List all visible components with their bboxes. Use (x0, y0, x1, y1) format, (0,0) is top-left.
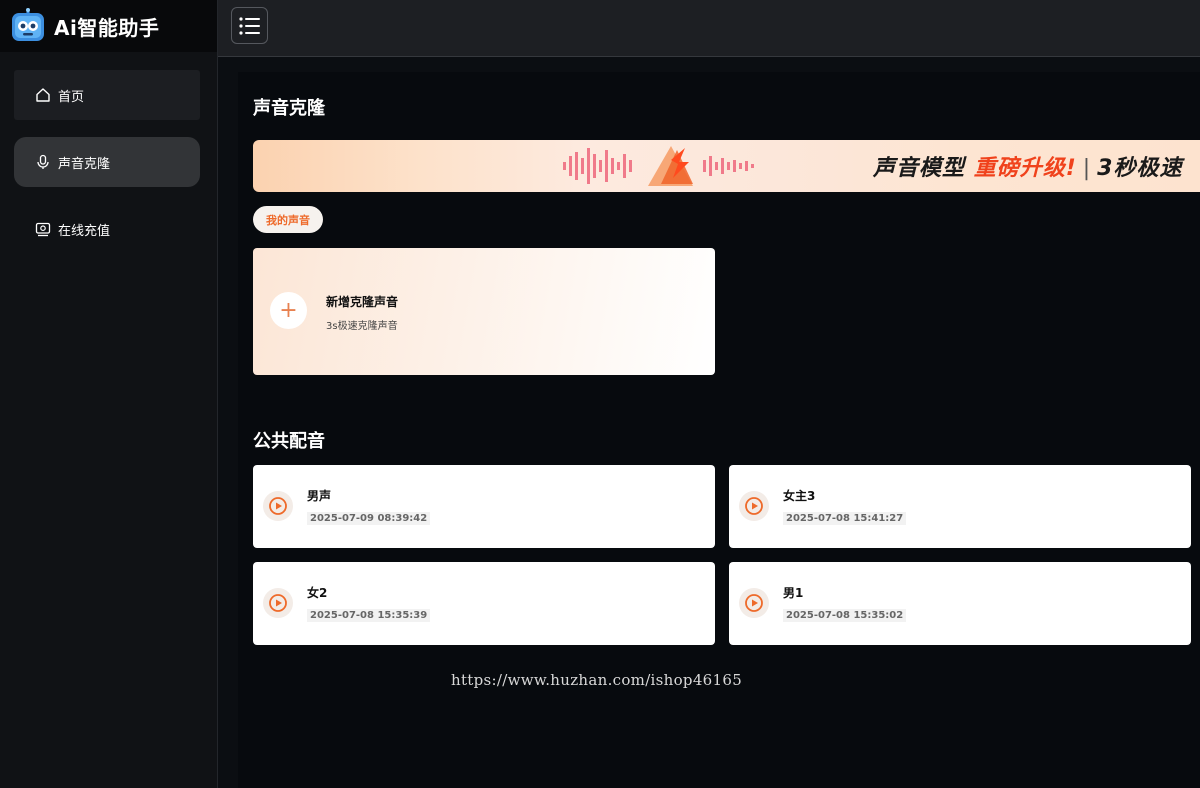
banner-text-3: 3秒极速 (1097, 156, 1183, 181)
voice-card[interactable]: 男声 2025-07-09 08:39:42 (253, 465, 715, 548)
play-icon (745, 497, 763, 515)
brand: Ai智能助手 (0, 0, 217, 52)
microphone-icon (34, 153, 52, 171)
voice-date: 2025-07-08 15:35:39 (307, 609, 431, 622)
voice-date: 2025-07-09 08:39:42 (307, 512, 431, 525)
tab-my-voice[interactable]: 我的声音 (253, 206, 323, 233)
page-title: 声音克隆 (253, 98, 325, 119)
voice-date: 2025-07-08 15:35:02 (783, 609, 907, 622)
app-title: Ai智能助手 (54, 15, 160, 40)
voice-card[interactable]: 女2 2025-07-08 15:35:39 (253, 562, 715, 645)
voice-name: 女主3 (783, 489, 816, 503)
recharge-icon (34, 220, 52, 238)
public-voices-title: 公共配音 (253, 431, 325, 452)
app-window: Ai智能助手 首页 声音克隆 在线充值 声音克隆 声音模型 重磅升级! | 3秒… (0, 0, 1200, 788)
play-icon (269, 594, 287, 612)
promo-banner[interactable]: 声音模型 重磅升级! | 3秒极速 (253, 140, 1200, 192)
sidebar: Ai智能助手 首页 声音克隆 在线充值 (0, 0, 218, 788)
sidebar-item-label: 声音克隆 (58, 156, 111, 172)
add-card-subtitle: 3s极速克隆声音 (326, 321, 398, 332)
banner-divider: | (1082, 156, 1092, 181)
voice-date: 2025-07-08 15:41:27 (783, 512, 907, 525)
voice-name: 女2 (307, 586, 328, 600)
voice-name: 男1 (783, 586, 804, 600)
list-menu-icon (238, 16, 260, 35)
banner-text-2: 重磅升级! (973, 156, 1077, 181)
play-button[interactable] (739, 588, 769, 618)
sidebar-item-voice-clone[interactable]: 声音克隆 (14, 137, 200, 187)
banner-text-1: 声音模型 (873, 156, 966, 181)
play-icon (745, 594, 763, 612)
sidebar-item-home[interactable]: 首页 (14, 70, 200, 120)
voice-name: 男声 (307, 489, 332, 503)
play-button[interactable] (263, 588, 293, 618)
home-icon (34, 86, 52, 104)
sound-wave-graphic (563, 146, 754, 186)
banner-headline: 声音模型 重磅升级! | 3秒极速 (873, 150, 1182, 182)
robot-logo-icon (12, 8, 44, 41)
menu-toggle-button[interactable] (231, 7, 268, 44)
voice-card[interactable]: 男1 2025-07-08 15:35:02 (729, 562, 1191, 645)
add-clone-voice-card[interactable]: + 新增克隆声音 3s极速克隆声音 (253, 248, 715, 375)
sidebar-item-label: 首页 (58, 89, 85, 105)
sidebar-item-recharge[interactable]: 在线充值 (14, 204, 200, 254)
play-button[interactable] (739, 491, 769, 521)
add-card-title: 新增克隆声音 (326, 295, 399, 309)
watermark-url: https://www.huzhan.com/ishop46165 (451, 671, 743, 689)
plus-icon: + (270, 292, 307, 329)
play-icon (269, 497, 287, 515)
play-button[interactable] (263, 491, 293, 521)
top-bar (218, 0, 1200, 57)
sidebar-item-label: 在线充值 (58, 223, 111, 239)
voice-card[interactable]: 女主3 2025-07-08 15:41:27 (729, 465, 1191, 548)
